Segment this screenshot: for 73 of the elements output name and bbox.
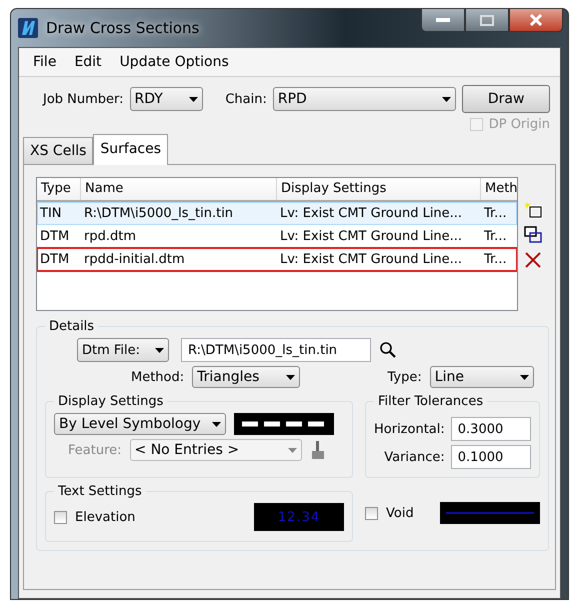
draw-button[interactable]: Draw [462,85,550,113]
job-number-label: Job Number: [43,92,124,106]
void-line-swatch[interactable] [440,502,540,524]
feature-dropdown[interactable]: < No Entries > [130,439,302,461]
window-title: Draw Cross Sections [46,19,200,37]
list-cell-text: Lv: Exist CMT Ground Line... [279,229,464,244]
list-cell-text: Tr... [483,229,508,244]
list-cell-text: rpd.dtm [83,229,137,244]
column-header[interactable]: Name [81,178,277,200]
maximize-icon [480,14,494,26]
group-title: Display Settings [57,394,164,409]
tolerance-label: Horizontal: [374,422,445,436]
list-cell-text: rpdd-initial.dtm [83,252,186,267]
text-preview: 12.34 [254,503,344,531]
copy-icon[interactable] [524,226,542,244]
type-dropdown[interactable]: Line [430,366,534,388]
group-title: Details [48,319,96,334]
list-row[interactable]: DTM rpd.dtm Lv: Exist CMT Ground Line... Tr... [37,225,517,248]
tolerance-field[interactable]: 0.1000 [450,445,531,469]
caret-icon [155,348,164,352]
menu-item[interactable]: Update Options [114,52,235,72]
column-header[interactable]: Type [37,178,81,200]
group-title: Filter Tolerances [377,394,484,409]
dp-origin-label: DP Origin [488,117,550,132]
app-logo-icon [18,18,38,38]
column-header[interactable]: Meth [481,178,517,200]
display-mode-dropdown[interactable]: By Level Symbology [54,413,226,435]
list-cell-text: R:\DTM\i5000_ls_tin.tin [83,206,234,221]
brush-icon[interactable] [310,440,326,460]
list-cell-text: DTM [39,229,70,244]
chain-label: Chain: [225,92,267,106]
type-label: Type: [388,370,422,384]
caret-icon [288,448,297,452]
void-label: Void [386,506,414,520]
caret-icon [212,422,221,426]
caret-icon [189,96,198,102]
caret-icon [520,374,529,380]
close-icon [529,14,543,26]
list-cell-text: Lv: Exist CMT Ground Line... [279,252,464,267]
menu-item[interactable]: Edit [68,52,108,72]
file-path-field[interactable]: R:\DTM\i5000_ls_tin.tin [181,338,371,362]
job-number-dropdown[interactable]: RDY [130,87,204,111]
menu-item[interactable]: File [27,52,62,72]
caret-icon [286,374,296,380]
tolerance-field[interactable]: 0.3000 [450,417,531,441]
delete-icon[interactable] [524,251,542,269]
tab[interactable]: XS Cells [23,137,94,164]
file-type-dropdown[interactable]: Dtm File: [77,338,169,362]
list-cell-text: Tr... [483,252,508,267]
group-title: Text Settings [57,484,143,499]
list-cell-text: Lv: Exist CMT Ground Line... [279,206,464,221]
list-cell-text: TIN [39,206,62,221]
search-icon[interactable] [379,341,397,359]
method-dropdown[interactable]: Triangles [192,366,300,388]
list-cell-text: Tr... [483,206,508,221]
checkbox[interactable] [365,506,378,520]
minimize-button[interactable] [421,8,465,32]
method-label: Method: [131,370,184,384]
checkbox[interactable] [54,510,67,524]
feature-label: Feature: [68,442,122,458]
chain-dropdown[interactable]: RPD [272,87,456,111]
caret-icon [442,96,452,102]
minimize-icon [436,18,450,22]
list-row[interactable]: TIN R:\DTM\i5000_ls_tin.tin Lv: Exist CMT Ground Line... Tr... [37,202,517,225]
list-cell-text: DTM [39,252,70,267]
tolerance-label: Variance: [384,450,445,464]
close-button[interactable] [509,8,563,32]
tab[interactable]: Surfaces [93,134,168,165]
list-row[interactable]: DTM rpdd-initial.dtm Lv: Exist CMT Ground Line... Tr... [37,248,517,271]
maximize-button[interactable] [465,8,509,32]
new-item-icon[interactable] [524,201,542,219]
column-header[interactable]: Display Settings [277,178,481,200]
elevation-label: Elevation [75,510,136,524]
